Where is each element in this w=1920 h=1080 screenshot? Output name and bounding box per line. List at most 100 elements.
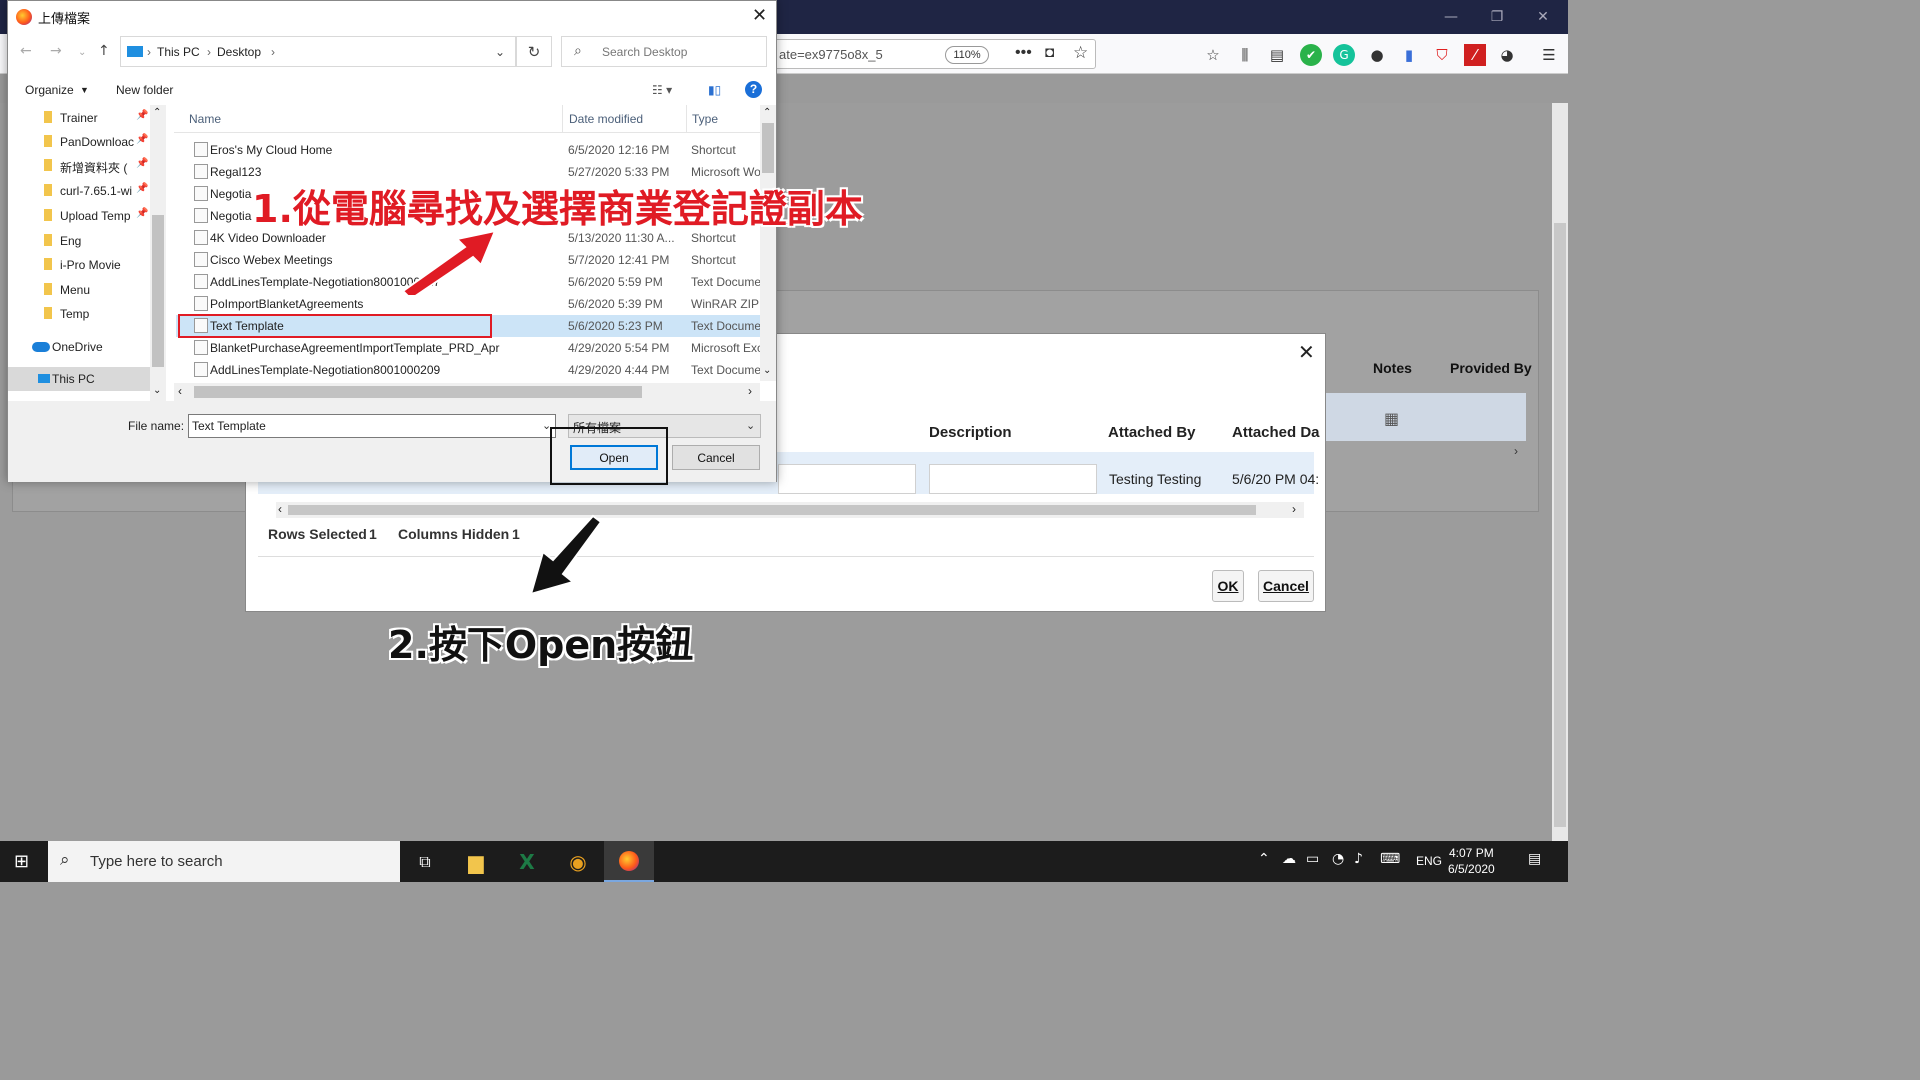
notifications-icon[interactable]: ▤ — [1528, 851, 1541, 867]
keyboard-icon[interactable]: ⌨ — [1380, 851, 1400, 867]
nav-item[interactable]: Temp — [8, 302, 153, 326]
table-hscroll[interactable]: ‹ › — [276, 502, 1304, 518]
rows-selected-label: Rows Selected — [268, 526, 367, 542]
check-extension-icon[interactable]: ✔ — [1300, 44, 1322, 66]
nav-item[interactable]: Trainer 📌 — [8, 106, 153, 130]
nav-item[interactable]: 新增資料夾 (📌 — [8, 154, 153, 178]
extension-icon[interactable]: ◕ — [1496, 44, 1518, 66]
breadcrumb-this-pc[interactable]: This PC — [157, 45, 200, 59]
help-icon[interactable]: ? — [745, 81, 762, 98]
dialog-close-icon[interactable]: ✕ — [1298, 340, 1315, 364]
nav-item[interactable]: Eng — [8, 229, 153, 253]
address-dropdown-icon[interactable]: ⌄ — [495, 45, 505, 59]
description-field[interactable] — [929, 464, 1097, 494]
list-item[interactable]: Eros's My Cloud Home 6/5/2020 12:16 PM Sho… — [176, 139, 766, 161]
list-item[interactable]: BlanketPurchaseAgreementImportTemplate_P… — [176, 337, 766, 359]
scroll-right-icon[interactable]: › — [748, 384, 752, 398]
file-list-hscroll[interactable]: ‹ › — [174, 383, 760, 401]
bookmark-star-icon[interactable]: ☆ — [1073, 43, 1088, 63]
list-item[interactable]: PoImportBlanketAgreements 5/6/2020 5:39 P… — [176, 293, 766, 315]
up-icon[interactable]: ↑ — [98, 43, 110, 59]
dialog-cancel-button[interactable]: Cancel — [1258, 570, 1314, 602]
firefox-taskbar-button[interactable] — [604, 841, 654, 882]
breadcrumb-desktop[interactable]: Desktop — [217, 45, 261, 59]
address-bar[interactable]: › This PC › Desktop › ⌄ — [120, 36, 516, 67]
scroll-up-icon[interactable]: ⌃ — [763, 107, 771, 118]
nav-item[interactable]: curl-7.65.1-wi 📌 — [8, 179, 153, 203]
close-icon[interactable]: ✕ — [752, 5, 767, 26]
tray-chevron-icon[interactable]: ⌃ — [1258, 851, 1270, 867]
forward-icon[interactable]: → — [50, 43, 62, 59]
taskbar-search[interactable]: ⌕ Type here to search — [48, 841, 400, 882]
recent-dropdown-icon[interactable]: ⌄ — [78, 47, 86, 58]
volume-icon[interactable]: ♪ — [1354, 851, 1363, 867]
type-column[interactable]: Type — [692, 112, 718, 126]
nav-item[interactable]: Menu — [8, 278, 153, 302]
zoom-level[interactable]: 110% — [945, 46, 989, 64]
scroll-down-icon[interactable]: ⌄ — [763, 365, 771, 376]
file-list-scrollbar[interactable]: ⌃ ⌄ — [760, 105, 776, 381]
menu-icon[interactable]: ☰ — [1538, 44, 1560, 66]
organize-dropdown-icon[interactable]: ▼ — [80, 85, 89, 95]
restore-icon[interactable]: ❐ — [1474, 0, 1520, 34]
cancel-button[interactable]: Cancel — [672, 445, 760, 470]
library-icon[interactable]: ⫼ — [1234, 44, 1256, 66]
shield-icon[interactable]: ⛉ — [1431, 44, 1453, 66]
task-view-icon[interactable]: ⧉ — [410, 847, 440, 877]
pdf-extension-icon[interactable]: ⁄ — [1464, 44, 1486, 66]
chevron-down-icon[interactable]: ⌄ — [746, 419, 755, 432]
nav-scrollbar[interactable]: ⌃ ⌄ — [150, 105, 166, 401]
hscroll-thumb[interactable] — [194, 386, 642, 398]
url-bar[interactable]: ate=ex9775o8x_5 110% ••• ◘ ☆ — [770, 39, 1096, 69]
scroll-left-icon[interactable]: ‹ — [178, 384, 182, 398]
file-name-input[interactable]: Text Template — [188, 414, 556, 438]
nav-item[interactable]: Upload Temp 📌 — [8, 204, 153, 228]
more-icon[interactable]: ••• — [1015, 44, 1032, 62]
sidebar-icon[interactable]: ▤ — [1266, 44, 1288, 66]
account-icon[interactable]: ● — [1366, 44, 1388, 66]
scroll-left-icon[interactable]: ‹ — [278, 502, 282, 516]
organize-button[interactable]: Organize — [25, 83, 74, 97]
battery-icon[interactable]: ▭ — [1306, 851, 1319, 867]
windows-start-icon[interactable]: ⊞ — [14, 851, 29, 872]
date-column[interactable]: Date modified — [569, 112, 643, 126]
bookmark-extension-icon[interactable]: ▮ — [1398, 44, 1420, 66]
view-icon[interactable]: ☷ ▾ — [652, 83, 672, 97]
scroll-right-icon[interactable]: › — [1292, 502, 1296, 516]
cloud-icon[interactable]: ☁ — [1282, 851, 1296, 867]
table-scroll-thumb[interactable] — [288, 505, 1256, 515]
ok-button[interactable]: OK — [1212, 570, 1244, 602]
clock[interactable]: 4:07 PM 6/5/2020 — [1448, 845, 1495, 877]
list-scroll-thumb[interactable] — [762, 123, 774, 173]
new-folder-button[interactable]: New folder — [116, 83, 173, 97]
reading-list-icon[interactable]: ☆ — [1202, 44, 1224, 66]
page-scrollbar[interactable] — [1552, 103, 1568, 841]
minimize-icon[interactable]: — — [1428, 0, 1474, 34]
pocket-icon[interactable]: ◘ — [1045, 44, 1054, 61]
language-indicator[interactable]: ENG — [1416, 854, 1442, 868]
grammarly-icon[interactable]: G — [1333, 44, 1355, 66]
search-box[interactable]: ⌕ Search Desktop — [561, 36, 767, 67]
nav-item-this-pc[interactable]: This PC — [8, 367, 150, 391]
page-scroll-thumb[interactable] — [1554, 223, 1566, 827]
excel-icon[interactable]: X — [512, 847, 542, 877]
scroll-up-icon[interactable]: ⌃ — [153, 107, 161, 118]
close-window-icon[interactable]: ✕ — [1520, 0, 1566, 34]
title-field[interactable] — [778, 464, 916, 494]
notes-icon[interactable]: ▦ — [1384, 409, 1399, 429]
refresh-icon[interactable]: ↻ — [516, 36, 552, 67]
nav-item-onedrive[interactable]: OneDrive — [8, 335, 153, 359]
back-icon[interactable]: ← — [20, 43, 32, 59]
preview-pane-icon[interactable]: ▮▯ — [708, 83, 721, 97]
column-divider — [562, 105, 563, 133]
list-item[interactable]: AddLinesTemplate-Negotiation8001000209 4/… — [176, 359, 766, 381]
file-explorer-icon[interactable]: ▆ — [461, 847, 491, 877]
nav-item[interactable]: PanDownloac 📌 — [8, 130, 153, 154]
name-column[interactable]: Name — [189, 112, 221, 126]
scroll-down-icon[interactable]: ⌄ — [153, 385, 161, 396]
wifi-icon[interactable]: ◔ — [1332, 851, 1344, 867]
nav-item[interactable]: i-Pro Movie — [8, 253, 153, 277]
bg-scroll-right-icon[interactable]: › — [1514, 444, 1518, 458]
nav-scroll-thumb[interactable] — [152, 215, 164, 367]
chrome-icon[interactable]: ◉ — [563, 847, 593, 877]
